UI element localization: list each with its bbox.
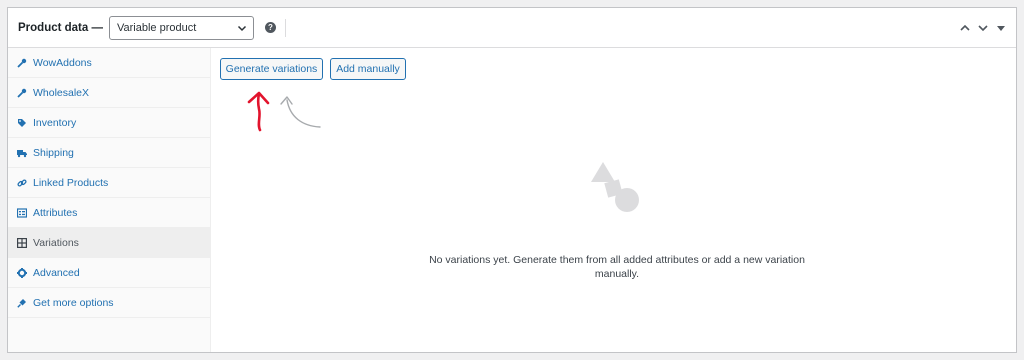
tab-label: WowAddons bbox=[33, 56, 92, 69]
chevron-up-icon[interactable] bbox=[958, 21, 972, 35]
tab-linked-products[interactable]: Linked Products bbox=[8, 168, 210, 198]
product-data-panel: Product data — Variable product ? WowAdd… bbox=[7, 7, 1017, 353]
tag-icon bbox=[17, 118, 27, 128]
variations-panel: Generate variations Add manually No vari… bbox=[212, 48, 1016, 352]
link-icon bbox=[17, 178, 27, 188]
tab-get-more-options[interactable]: Get more options bbox=[8, 288, 210, 318]
tab-label: Attributes bbox=[33, 206, 78, 219]
header-divider bbox=[284, 18, 286, 37]
red-arrow-annotation-icon bbox=[247, 91, 270, 132]
plugin-icon bbox=[17, 298, 27, 308]
chevron-down-icon[interactable] bbox=[976, 21, 990, 35]
tab-label: Get more options bbox=[33, 296, 114, 309]
truck-icon bbox=[17, 148, 27, 158]
generate-variations-button[interactable]: Generate variations bbox=[220, 58, 323, 80]
product-data-tabs: WowAddons WholesaleX Inventory Shipping … bbox=[8, 48, 211, 352]
wrench-icon bbox=[17, 58, 27, 68]
tab-inventory[interactable]: Inventory bbox=[8, 108, 210, 138]
tab-attributes[interactable]: Attributes bbox=[8, 198, 210, 228]
list-icon bbox=[17, 207, 27, 218]
panel-title: Product data — bbox=[18, 21, 103, 34]
grid-icon bbox=[17, 237, 27, 248]
tab-label: Linked Products bbox=[33, 176, 109, 189]
empty-state-message: No variations yet. Generate them from al… bbox=[429, 254, 805, 280]
tab-variations[interactable]: Variations bbox=[8, 228, 210, 258]
tab-shipping[interactable]: Shipping bbox=[8, 138, 210, 168]
tab-advanced[interactable]: Advanced bbox=[8, 258, 210, 288]
empty-shapes-icon bbox=[591, 162, 639, 212]
caret-down-icon[interactable] bbox=[994, 21, 1008, 35]
product-type-select[interactable]: Variable product bbox=[108, 15, 254, 40]
help-icon[interactable]: ? bbox=[264, 22, 276, 33]
gear-icon bbox=[17, 267, 27, 278]
tab-wowaddons[interactable]: WowAddons bbox=[8, 48, 210, 78]
product-type-value: Variable product bbox=[116, 21, 197, 34]
add-manually-button[interactable]: Add manually bbox=[330, 58, 406, 80]
tab-label: Advanced bbox=[33, 266, 80, 279]
curved-arrow-icon bbox=[280, 96, 321, 128]
panel-toggles bbox=[958, 21, 1008, 35]
tab-label: Variations bbox=[33, 236, 79, 249]
tab-label: Inventory bbox=[33, 116, 77, 129]
tab-wholesalex[interactable]: WholesaleX bbox=[8, 78, 210, 108]
panel-header: Product data — Variable product ? bbox=[8, 8, 1016, 48]
chevron-down-icon bbox=[237, 23, 247, 33]
tab-label: Shipping bbox=[33, 146, 74, 159]
tab-label: WholesaleX bbox=[33, 86, 90, 99]
wrench-icon bbox=[17, 88, 27, 98]
